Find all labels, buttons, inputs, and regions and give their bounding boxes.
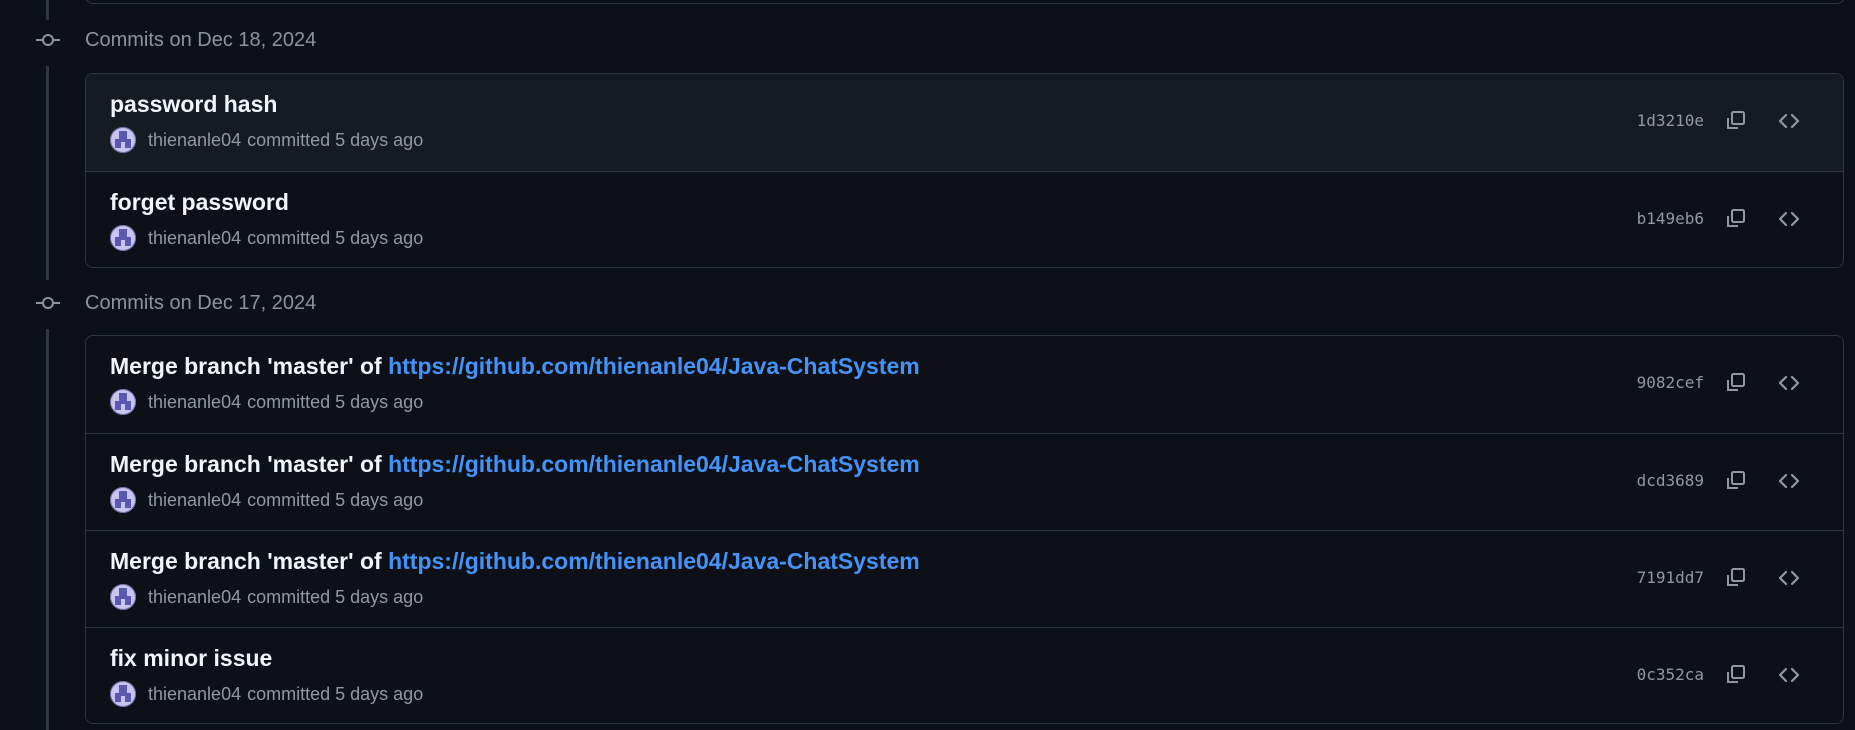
commit-meta: thienanle04 committed 5 days ago — [110, 487, 423, 513]
copy-icon[interactable] — [1718, 366, 1752, 400]
commit-action: committed — [247, 586, 331, 607]
commit-row[interactable]: Merge branch 'master' of https://github.… — [86, 336, 1843, 433]
avatar[interactable] — [110, 487, 136, 513]
commit-action: committed — [247, 683, 331, 704]
commit-sha[interactable]: 7191dd7 — [1637, 568, 1704, 587]
code-icon[interactable] — [1772, 366, 1806, 400]
commit-sha[interactable]: dcd3689 — [1637, 471, 1704, 490]
commit-group-title: Commits on Dec 18, 2024 — [85, 28, 317, 51]
commit-meta: thienanle04 committed 5 days ago — [110, 584, 423, 610]
avatar[interactable] — [110, 584, 136, 610]
commit-sha[interactable]: 0c352ca — [1637, 665, 1704, 684]
code-icon[interactable] — [1772, 561, 1806, 595]
commit-row[interactable]: fix minor issue thienanle04 committed 5 … — [86, 627, 1843, 723]
commit-history: Commits on Dec 18, 2024 password hash th… — [0, 0, 1855, 730]
git-commit-icon — [36, 20, 60, 60]
commit-title[interactable]: password hash — [110, 91, 277, 118]
commit-sha[interactable]: b149eb6 — [1637, 209, 1704, 228]
commit-author[interactable]: thienanle04 — [148, 392, 241, 413]
commit-row[interactable]: forget password thienanle04 committed 5 … — [86, 171, 1843, 267]
commit-time: 5 days ago — [335, 489, 424, 510]
commit-group-header: Commits on Dec 17, 2024 — [0, 283, 1855, 323]
commit-link[interactable]: https://github.com/thienanle04/Java-Chat… — [388, 548, 920, 574]
avatar[interactable] — [110, 225, 136, 251]
commit-meta: thienanle04 committed 5 days ago — [110, 127, 423, 153]
commit-row[interactable]: password hash thienanle04 committed 5 da… — [86, 74, 1843, 171]
commit-action: committed — [247, 227, 331, 248]
commit-row[interactable]: Merge branch 'master' of https://github.… — [86, 433, 1843, 530]
copy-icon[interactable] — [1718, 104, 1752, 138]
commit-title[interactable]: fix minor issue — [110, 645, 272, 672]
avatar[interactable] — [110, 127, 136, 153]
copy-icon[interactable] — [1718, 658, 1752, 692]
commit-link[interactable]: https://github.com/thienanle04/Java-Chat… — [388, 451, 920, 477]
commit-row[interactable]: Merge branch 'master' of https://github.… — [86, 530, 1843, 627]
commit-group-header: Commits on Dec 18, 2024 — [0, 20, 1855, 60]
previous-commit-box — [85, 0, 1845, 4]
timeline-line — [46, 329, 49, 730]
commit-time: 5 days ago — [335, 586, 424, 607]
avatar[interactable] — [110, 681, 136, 707]
code-icon[interactable] — [1772, 658, 1806, 692]
commit-meta: thienanle04 committed 5 days ago — [110, 389, 423, 415]
commit-sha[interactable]: 1d3210e — [1637, 111, 1704, 130]
git-commit-icon — [36, 283, 60, 323]
commit-meta: thienanle04 committed 5 days ago — [110, 681, 423, 707]
commit-title[interactable]: Merge branch 'master' of https://github.… — [110, 548, 920, 575]
commit-action: committed — [247, 489, 331, 510]
commit-action: committed — [247, 129, 331, 150]
commit-time: 5 days ago — [335, 683, 424, 704]
commit-author[interactable]: thienanle04 — [148, 587, 241, 608]
commit-title[interactable]: forget password — [110, 189, 289, 216]
commit-link[interactable]: https://github.com/thienanle04/Java-Chat… — [388, 353, 920, 379]
timeline-line — [46, 0, 49, 20]
code-icon[interactable] — [1772, 464, 1806, 498]
commit-meta: thienanle04 committed 5 days ago — [110, 225, 423, 251]
commit-title[interactable]: Merge branch 'master' of https://github.… — [110, 451, 920, 478]
commit-time: 5 days ago — [335, 227, 424, 248]
commit-author[interactable]: thienanle04 — [148, 684, 241, 705]
commit-list: password hash thienanle04 committed 5 da… — [85, 73, 1844, 268]
commit-author[interactable]: thienanle04 — [148, 130, 241, 151]
copy-icon[interactable] — [1718, 464, 1752, 498]
commit-time: 5 days ago — [335, 129, 424, 150]
commit-group-title: Commits on Dec 17, 2024 — [85, 291, 317, 314]
code-icon[interactable] — [1772, 104, 1806, 138]
commit-sha[interactable]: 9082cef — [1637, 373, 1704, 392]
avatar[interactable] — [110, 389, 136, 415]
copy-icon[interactable] — [1718, 561, 1752, 595]
commit-time: 5 days ago — [335, 391, 424, 412]
timeline-line — [46, 66, 49, 280]
commit-author[interactable]: thienanle04 — [148, 228, 241, 249]
commit-author[interactable]: thienanle04 — [148, 490, 241, 511]
commit-list: Merge branch 'master' of https://github.… — [85, 335, 1844, 724]
code-icon[interactable] — [1772, 202, 1806, 236]
copy-icon[interactable] — [1718, 202, 1752, 236]
commit-title[interactable]: Merge branch 'master' of https://github.… — [110, 353, 920, 380]
commit-action: committed — [247, 391, 331, 412]
